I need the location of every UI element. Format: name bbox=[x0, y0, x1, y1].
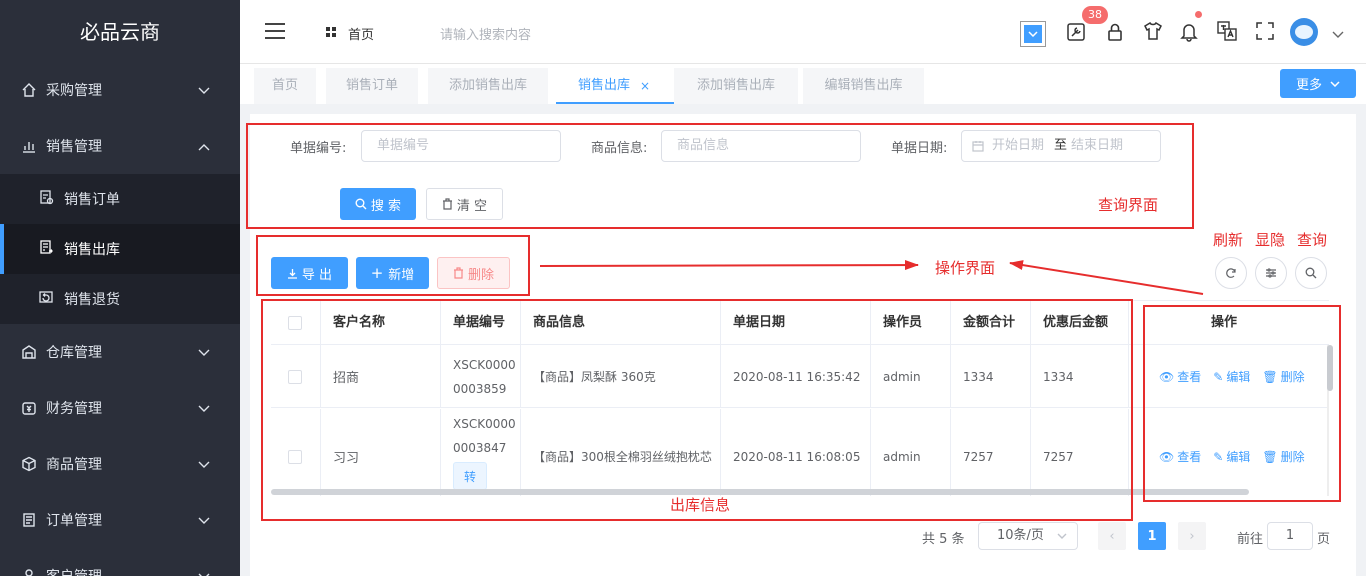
tab-edit-sales-outbound[interactable]: 编辑销售出库 bbox=[803, 68, 924, 104]
submenu-sales-return[interactable]: 销售退货 bbox=[0, 274, 240, 324]
refresh-icon bbox=[1225, 267, 1237, 279]
chevron-down-icon bbox=[198, 83, 210, 99]
refresh-button[interactable] bbox=[1215, 257, 1247, 289]
page-size-select[interactable]: 10条/页 bbox=[978, 522, 1078, 550]
menu-sales[interactable]: 销售管理 bbox=[0, 118, 240, 174]
menu-orders[interactable]: 订单管理 bbox=[0, 492, 240, 548]
goto-page-input[interactable]: 1 bbox=[1267, 522, 1313, 550]
query-toggle-button[interactable] bbox=[1295, 257, 1327, 289]
prev-page-button[interactable]: ‹ bbox=[1098, 522, 1126, 550]
goto-label: 前往 bbox=[1237, 532, 1264, 547]
tab-add-sales-outbound-2[interactable]: 添加销售出库 bbox=[674, 68, 798, 104]
submenu-sales-outbound[interactable]: 销售出库 bbox=[0, 224, 240, 274]
document-icon bbox=[20, 511, 38, 529]
action-area-annotation: 操作界面 bbox=[935, 259, 996, 277]
menu-label: 仓库管理 bbox=[46, 345, 102, 361]
warehouse-icon bbox=[20, 343, 38, 361]
action-area-box bbox=[256, 235, 530, 296]
page-size-label: 10条/页 bbox=[997, 528, 1044, 543]
tshirt-icon[interactable] bbox=[1143, 21, 1163, 44]
tab-sales-outbound[interactable]: 销售出库 × bbox=[556, 68, 674, 104]
search-icon bbox=[1305, 267, 1317, 279]
actions-column-box bbox=[1143, 305, 1341, 502]
menu-label: 订单管理 bbox=[46, 513, 102, 529]
menu-label: 客户管理 bbox=[46, 566, 102, 576]
breadcrumb-home[interactable]: 首页 bbox=[348, 24, 374, 43]
tools-icon[interactable] bbox=[1066, 22, 1086, 46]
user-icon bbox=[20, 567, 38, 576]
menu-label: 财务管理 bbox=[46, 401, 102, 417]
menu-goods[interactable]: 商品管理 bbox=[0, 436, 240, 492]
grid-icon bbox=[326, 26, 336, 41]
notification-badge: 38 bbox=[1082, 6, 1108, 24]
tab-home[interactable]: 首页 bbox=[254, 68, 316, 104]
submenu-label: 销售出库 bbox=[64, 242, 120, 258]
query-annotation: 查询 bbox=[1297, 231, 1328, 249]
tab-add-sales-outbound[interactable]: 添加销售出库 bbox=[428, 68, 548, 104]
chevron-down-icon bbox=[198, 457, 210, 473]
next-page-button[interactable]: › bbox=[1178, 522, 1206, 550]
menu-warehouse[interactable]: 仓库管理 bbox=[0, 324, 240, 380]
table-area-box bbox=[261, 299, 1133, 521]
page-suffix: 页 bbox=[1317, 532, 1331, 547]
more-label: 更多 bbox=[1295, 78, 1322, 93]
outbound-info-annotation: 出库信息 bbox=[670, 496, 731, 514]
submenu-sales-order[interactable]: 销售订单 bbox=[0, 174, 240, 224]
menu-label: 商品管理 bbox=[46, 457, 102, 473]
order-doc-icon bbox=[38, 189, 54, 209]
chevron-down-icon bbox=[198, 569, 210, 576]
submenu-label: 销售退货 bbox=[64, 292, 120, 308]
chevron-down-icon bbox=[1057, 523, 1067, 549]
query-area-annotation: 查询界面 bbox=[1098, 196, 1159, 214]
submenu-label: 销售订单 bbox=[64, 192, 120, 208]
outbound-doc-icon bbox=[38, 239, 54, 259]
home-cart-icon bbox=[20, 81, 38, 99]
total-count: 共 5 条 bbox=[922, 532, 965, 547]
menu-label: 销售管理 bbox=[46, 139, 102, 155]
return-icon bbox=[38, 289, 54, 309]
cube-icon bbox=[20, 455, 38, 473]
chevron-left-icon: ‹ bbox=[1109, 528, 1115, 544]
toggle-annotation: 显隐 bbox=[1255, 231, 1286, 249]
fullscreen-icon[interactable] bbox=[1256, 22, 1274, 44]
app-brand: 必品云商 bbox=[80, 20, 160, 44]
translate-icon[interactable] bbox=[1217, 21, 1237, 45]
menu-customers[interactable]: 客户管理 bbox=[0, 548, 240, 576]
chevron-up-icon bbox=[198, 139, 210, 155]
bell-icon[interactable] bbox=[1180, 22, 1198, 46]
chevron-down-icon bbox=[1024, 25, 1042, 43]
chevron-down-icon[interactable] bbox=[1332, 28, 1344, 43]
column-toggle-button[interactable] bbox=[1255, 257, 1287, 289]
sidebar: 必品云商 采购管理 销售管理 销售订单 销售出库 销售退货 仓库管理 财务管理 … bbox=[0, 0, 240, 576]
menu-finance[interactable]: 财务管理 bbox=[0, 380, 240, 436]
finance-icon bbox=[20, 399, 38, 417]
chevron-down-icon bbox=[198, 401, 210, 417]
bell-dot bbox=[1195, 11, 1202, 18]
chevron-down-icon bbox=[198, 513, 210, 529]
top-header: 首页 请输入搜索内容 38 bbox=[240, 0, 1366, 64]
more-button[interactable]: 更多 bbox=[1280, 69, 1356, 98]
avatar[interactable] bbox=[1290, 18, 1318, 46]
menu-purchase[interactable]: 采购管理 bbox=[0, 62, 240, 118]
tab-sales-order[interactable]: 销售订单 bbox=[326, 68, 418, 104]
hamburger-menu-icon[interactable] bbox=[264, 22, 286, 44]
theme-select[interactable] bbox=[1020, 21, 1046, 47]
sliders-icon bbox=[1265, 267, 1277, 279]
chevron-down-icon bbox=[198, 345, 210, 361]
page-1-button[interactable]: 1 bbox=[1138, 522, 1166, 550]
search-input[interactable]: 请输入搜索内容 bbox=[440, 24, 531, 43]
lock-icon[interactable] bbox=[1106, 22, 1124, 46]
tab-bar: 首页 销售订单 添加销售出库 销售出库 × 添加销售出库 编辑销售出库 更多 bbox=[240, 64, 1366, 104]
refresh-annotation: 刷新 bbox=[1213, 231, 1244, 249]
close-icon[interactable]: × bbox=[640, 68, 650, 104]
bar-chart-icon bbox=[20, 137, 38, 155]
chevron-right-icon: › bbox=[1189, 528, 1195, 544]
menu-label: 采购管理 bbox=[46, 83, 102, 99]
query-area-box bbox=[246, 123, 1194, 229]
chevron-down-icon bbox=[1330, 76, 1340, 91]
avatar-face bbox=[1295, 25, 1313, 39]
tab-label: 销售出库 bbox=[578, 78, 631, 93]
